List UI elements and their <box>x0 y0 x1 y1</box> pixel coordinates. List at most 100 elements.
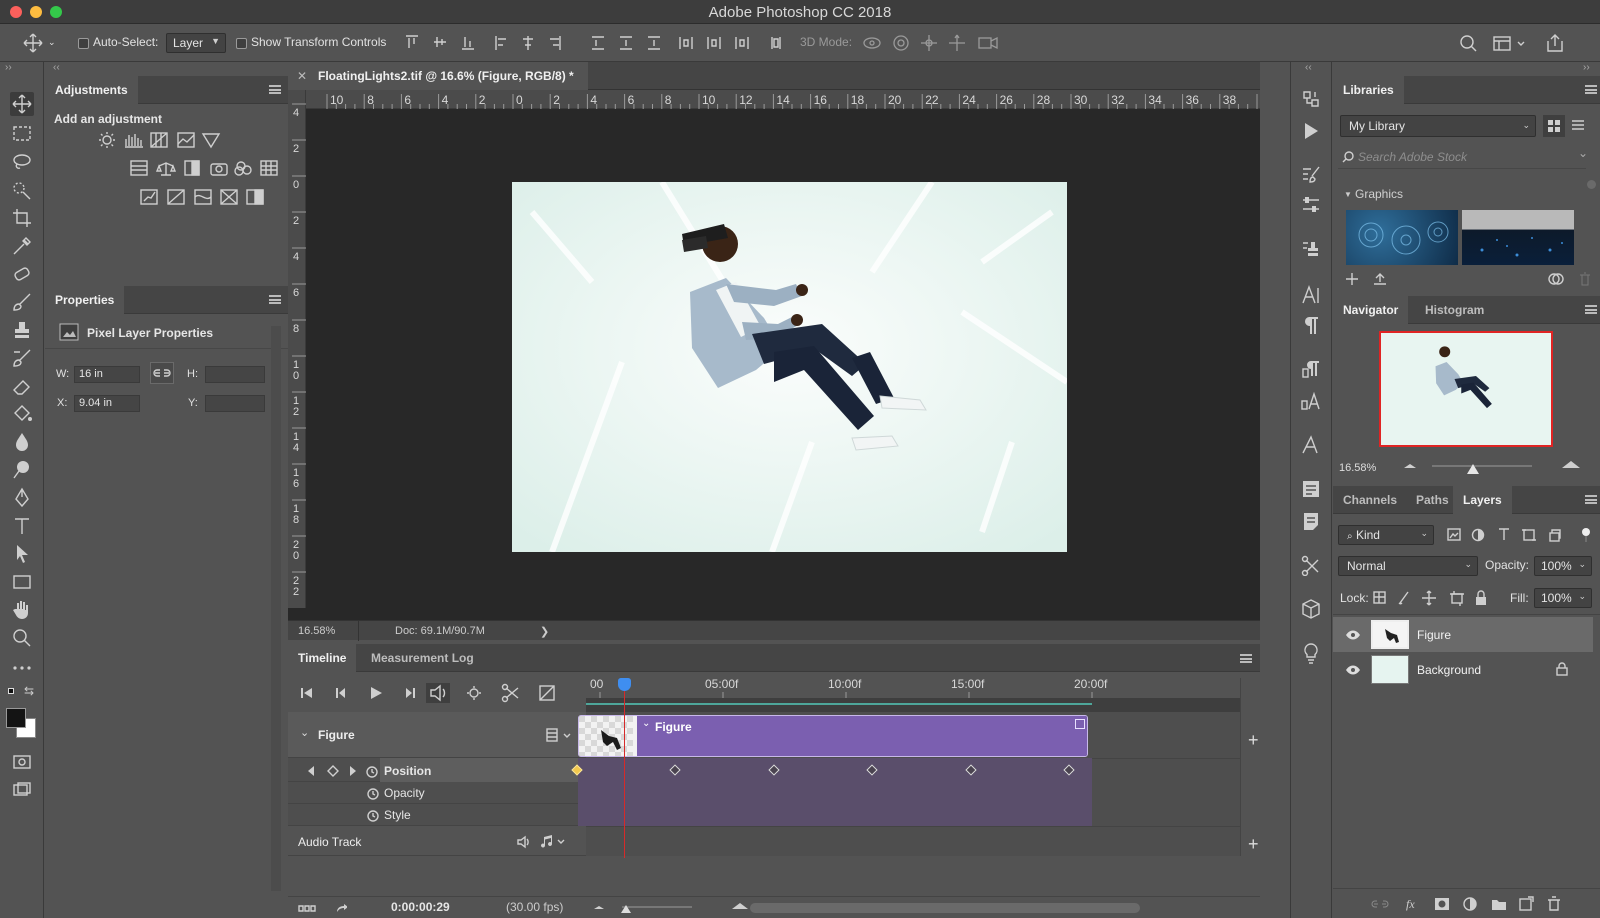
learn-panel-button[interactable] <box>1300 642 1322 664</box>
show-transform-checkbox[interactable] <box>236 38 247 49</box>
navigator-zoom-slider[interactable] <box>1402 458 1592 476</box>
lasso-tool-button[interactable] <box>10 150 34 174</box>
3d-panel-button[interactable] <box>1300 598 1322 620</box>
adjustment-icons-grid[interactable] <box>95 130 285 220</box>
visibility-eye-icon[interactable] <box>1345 665 1361 675</box>
move-tool-button[interactable] <box>10 92 34 116</box>
tab-layers[interactable]: Layers <box>1453 486 1512 514</box>
footer-icons[interactable] <box>297 903 347 915</box>
library-dropdown[interactable]: My Library ⌄ <box>1340 115 1536 137</box>
horizontal-ruler[interactable]: 10 8 6 4 2 0 2 4 6 8 10 12 14 16 18 20 22 24 26 28 30 32 34 36 3… <box>306 90 1260 109</box>
audio-controls-icons[interactable] <box>516 834 576 850</box>
adjust-panel-button[interactable] <box>1300 194 1322 216</box>
properties-scrollbar[interactable] <box>271 326 281 891</box>
panel-menu-icon[interactable] <box>1585 85 1597 94</box>
canvas-image[interactable] <box>512 182 1067 552</box>
current-timecode[interactable]: 0:00:00:29 <box>391 900 450 914</box>
position-property-row[interactable]: Position <box>288 758 586 782</box>
history-brush-tool-button[interactable] <box>10 346 34 370</box>
zoom-level[interactable]: 16.58% <box>298 625 335 637</box>
collapse-track-icon[interactable]: ⌄ <box>300 726 309 739</box>
tool-preset-caret-icon[interactable]: ⌄ <box>48 37 56 48</box>
collapse-strip-icon[interactable]: ‹‹ <box>1305 62 1312 73</box>
tab-properties[interactable]: Properties <box>45 286 125 314</box>
layer-name[interactable]: Background <box>1417 663 1481 677</box>
style-property-row[interactable]: Style <box>288 804 586 826</box>
libraries-scrollbar[interactable] <box>1587 180 1596 189</box>
healing-tool-button[interactable] <box>10 262 34 286</box>
tool-presets-button[interactable] <box>1300 554 1322 576</box>
tab-navigator[interactable]: Navigator <box>1333 296 1409 324</box>
search-options-chevron-icon[interactable]: ⌄ <box>1578 146 1588 160</box>
work-area-bar[interactable] <box>586 698 1240 712</box>
adobe-stock-search-input[interactable]: Search Adobe Stock <box>1358 150 1467 164</box>
path-select-tool-button[interactable] <box>10 542 34 566</box>
eraser-tool-button[interactable] <box>10 374 34 398</box>
add-audio-button[interactable]: + <box>1248 834 1259 855</box>
clip-transition-icon[interactable] <box>1075 719 1085 729</box>
timeline-horizontal-scrollbar[interactable] <box>750 903 1140 913</box>
vertical-ruler[interactable]: 420246810121416182022 <box>288 90 306 608</box>
collapse-panels-icon[interactable]: ‹‹ <box>53 62 60 73</box>
pen-tool-button[interactable] <box>10 486 34 510</box>
actions-panel-button[interactable] <box>1300 120 1322 142</box>
width-field[interactable]: 16 in <box>74 366 140 383</box>
layer-filter-icons[interactable] <box>1446 526 1596 544</box>
figure-track-header[interactable]: ⌄ Figure <box>288 712 586 758</box>
tab-adjustments[interactable]: Adjustments <box>45 76 138 104</box>
auto-select-dropdown[interactable]: Layer ▼ <box>166 33 226 53</box>
collapse-tools-icon[interactable]: ›› <box>5 62 12 73</box>
opacity-property-row[interactable]: Opacity <box>288 782 586 804</box>
quick-select-tool-button[interactable] <box>10 178 34 202</box>
marquee-tool-button[interactable] <box>10 122 34 146</box>
top-right-icons[interactable] <box>1456 33 1596 55</box>
quick-mask-button[interactable] <box>10 750 34 774</box>
history-panel-button[interactable] <box>1300 88 1322 110</box>
properties-strip-button[interactable] <box>1300 478 1322 500</box>
timeline-zoom-slider[interactable] <box>592 899 752 917</box>
panel-menu-icon[interactable] <box>1585 305 1597 314</box>
screen-mode-button[interactable] <box>10 778 34 802</box>
grid-view-button[interactable] <box>1543 115 1565 137</box>
tab-paths[interactable]: Paths <box>1406 486 1459 514</box>
zoom-tool-button[interactable] <box>10 626 34 650</box>
navigator-zoom-value[interactable]: 16.58% <box>1339 462 1376 474</box>
layer-filter-kind-dropdown[interactable]: ⌕ Kind ⌄ <box>1338 525 1434 545</box>
clip-collapse-icon[interactable]: ⌄ <box>642 718 650 729</box>
clone-source-button[interactable] <box>1300 238 1322 260</box>
close-document-icon[interactable]: ✕ <box>297 69 307 83</box>
tab-channels[interactable]: Channels <box>1333 486 1407 514</box>
notes-panel-button[interactable] <box>1300 510 1322 532</box>
collapse-dock-icon[interactable]: ›› <box>1583 62 1590 73</box>
playback-controls[interactable] <box>298 682 568 704</box>
tab-timeline[interactable]: Timeline <box>288 644 357 672</box>
y-position-field[interactable] <box>205 395 265 412</box>
dodge-tool-button[interactable] <box>10 458 34 482</box>
panel-menu-icon[interactable] <box>1585 495 1597 504</box>
stopwatch-icon[interactable] <box>366 787 380 801</box>
character-panel-button[interactable] <box>1300 284 1322 306</box>
library-footer-icons[interactable] <box>1344 270 1594 288</box>
add-media-button[interactable]: + <box>1248 730 1259 751</box>
3d-mode-icons[interactable] <box>862 33 1012 53</box>
panel-menu-icon[interactable] <box>269 85 281 94</box>
status-menu-arrow-icon[interactable]: ❯ <box>540 625 549 638</box>
default-colors-icon[interactable] <box>8 688 18 698</box>
auto-select-checkbox[interactable] <box>78 38 89 49</box>
document-tab[interactable]: ✕ FloatingLights2.tif @ 16.6% (Figure, R… <box>288 62 588 90</box>
layers-footer-icons[interactable]: fx <box>1370 894 1590 914</box>
height-field[interactable] <box>205 366 265 383</box>
character-styles-button[interactable] <box>1300 390 1322 412</box>
graphic-thumbnail-blue-gears[interactable] <box>1346 210 1458 265</box>
eyedropper-tool-button[interactable] <box>10 234 34 258</box>
align-distribute-icons[interactable] <box>404 34 794 52</box>
foreground-color-swatch[interactable] <box>6 708 26 728</box>
type-tool-button[interactable] <box>10 514 34 538</box>
layer-fill-field[interactable]: 100% ⌄ <box>1534 588 1592 608</box>
glyphs-panel-button[interactable] <box>1300 434 1322 456</box>
keyframe-nav-icons[interactable] <box>306 764 380 778</box>
work-area-range[interactable] <box>586 703 1092 705</box>
blend-mode-dropdown[interactable]: Normal ⌄ <box>1338 556 1478 576</box>
more-tools-button[interactable] <box>10 656 34 680</box>
expand-section-icon[interactable]: ▼ <box>1344 190 1352 199</box>
